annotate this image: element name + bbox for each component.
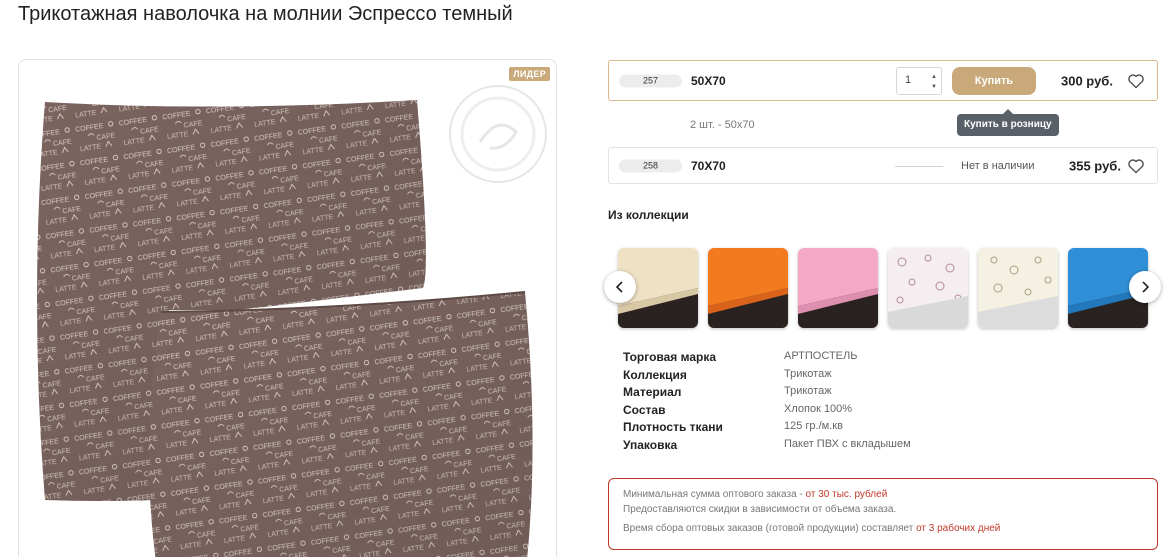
spec-key: Упаковка: [623, 437, 678, 452]
notice-accent: от 30 тыс. рублей: [805, 489, 888, 500]
notice-text: Предоставляются скидки в зависимости от …: [623, 504, 897, 515]
spec-key: Состав: [623, 402, 666, 417]
spec-value: 125 гр./м.кв: [784, 420, 843, 433]
quantity-placeholder-line: [895, 166, 943, 167]
carousel-next-button[interactable]: [1129, 271, 1161, 303]
collection-item-floral[interactable]: [888, 248, 968, 328]
chevron-right-icon: [1142, 281, 1150, 293]
spec-value: Пакет ПВХ с вкладышем: [784, 437, 911, 450]
leader-badge: ЛИДЕР: [509, 67, 550, 81]
variant-price: 355 руб.: [1069, 158, 1121, 173]
notice-assembly-time: Время сбора оптовых заказов (готовой про…: [623, 522, 1143, 536]
out-of-stock-label: Нет в наличии: [961, 159, 1035, 172]
spec-key: Коллекция: [623, 367, 687, 382]
product-gallery[interactable]: COFFEE CAFE LATTE ЛИДЕР: [18, 59, 557, 557]
variant-row-50x70[interactable]: 257 50X70 1 ▲ ▼ Купить 300 руб.: [608, 60, 1158, 101]
quantity-value[interactable]: 1: [905, 74, 911, 86]
retail-tooltip: Купить в розницу: [957, 109, 1059, 136]
variant-code-badge: 257: [619, 74, 682, 87]
spec-key: Материал: [623, 385, 682, 400]
collection-carousel[interactable]: [604, 240, 1161, 336]
collection-item-floral-yellow[interactable]: [978, 248, 1058, 328]
page-title: Трикотажная наволочка на молнии Эспрессо…: [18, 3, 513, 25]
notice-text: Минимальная сумма оптового заказа -: [623, 489, 806, 500]
chevron-left-icon: [615, 281, 623, 293]
pack-note: 2 шт. - 50x70: [690, 119, 755, 131]
collection-title: Из коллекции: [608, 208, 689, 222]
collection-item-pink[interactable]: [798, 248, 878, 328]
variant-row-70x70[interactable]: 258 70X70 Нет в наличии 355 руб.: [608, 147, 1158, 184]
quantity-increase-icon[interactable]: ▲: [931, 74, 937, 80]
buy-button[interactable]: Купить: [952, 67, 1036, 95]
quantity-decrease-icon[interactable]: ▼: [931, 84, 937, 90]
spec-value: Трикотаж: [784, 385, 832, 398]
notice-text: Время сбора оптовых заказов (готовой про…: [623, 523, 917, 534]
notice-accent: от 3 рабочих дней: [916, 523, 1001, 534]
heart-icon[interactable]: [1127, 73, 1145, 89]
variant-code-badge: 258: [619, 159, 682, 172]
heart-icon[interactable]: [1127, 158, 1145, 174]
variant-price: 300 руб.: [1061, 73, 1113, 88]
spec-key: Плотность ткани: [623, 420, 723, 435]
spec-key: Торговая марка: [623, 350, 717, 364]
spec-value: Хлопок 100%: [784, 402, 853, 415]
variant-size-label: 70X70: [691, 158, 726, 173]
brand-watermark-icon: [449, 85, 547, 183]
wholesale-notice: Минимальная сумма оптового заказа - от 3…: [608, 478, 1158, 550]
notice-discount: Предоставляются скидки в зависимости от …: [623, 503, 1143, 517]
variant-size-label: 50X70: [691, 73, 726, 88]
quantity-stepper[interactable]: 1 ▲ ▼: [896, 67, 942, 95]
carousel-prev-button[interactable]: [604, 271, 636, 303]
collection-item-orange[interactable]: [708, 248, 788, 328]
notice-min-order: Минимальная сумма оптового заказа - от 3…: [623, 488, 1143, 502]
spec-value: АРТПОСТЕЛЬ: [784, 350, 858, 362]
spec-value: Трикотаж: [784, 367, 832, 380]
